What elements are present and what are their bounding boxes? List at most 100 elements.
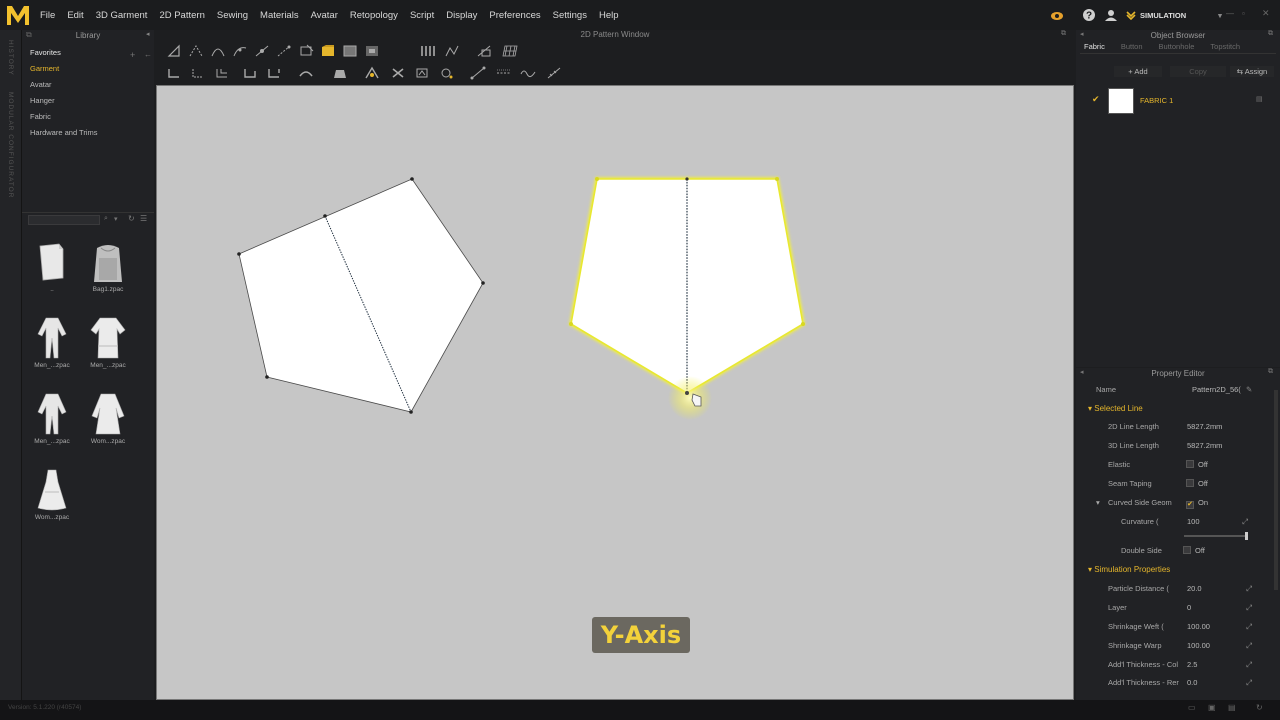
prop-value[interactable]: 2.5 [1187, 656, 1197, 674]
prop-value[interactable]: 20.0 [1187, 580, 1202, 598]
layout-3d-icon[interactable]: ▣ [1208, 703, 1216, 712]
pattern-piece-right-selected[interactable] [568, 177, 806, 420]
prop-value[interactable]: 100 [1187, 513, 1200, 531]
modular-configurator-tab[interactable]: MODULAR CONFIGURATOR [7, 92, 14, 198]
mode-selector[interactable]: SIMULATION ▾ [1126, 0, 1222, 30]
search-icon[interactable]: ⌕ [104, 215, 108, 223]
add-point-icon[interactable] [254, 44, 270, 58]
tab-button[interactable]: Button [1113, 41, 1151, 53]
tab-topstitch[interactable]: Topstitch [1202, 41, 1248, 53]
menu-display[interactable]: Display [440, 10, 483, 21]
pattern-piece-left[interactable] [237, 177, 485, 414]
section-simulation-properties[interactable]: ▾ Simulation Properties [1088, 561, 1170, 579]
curvature-slider[interactable] [1184, 532, 1248, 540]
tree-hardware-trims[interactable]: Hardware and Trims [22, 125, 154, 141]
polygon-icon[interactable] [342, 44, 358, 58]
minimize-icon[interactable]: — [1226, 9, 1234, 18]
check-sewing-icon[interactable] [242, 66, 258, 80]
dart-icon[interactable] [420, 44, 436, 58]
line-tool-icon[interactable] [470, 66, 486, 80]
refresh-icon[interactable]: ↻ [128, 214, 135, 223]
prop-value[interactable]: 5827.2mm [1187, 418, 1222, 436]
tree-favorites[interactable]: Favorites [22, 45, 154, 61]
internal-rectangle-icon[interactable] [364, 44, 380, 58]
rotate-tool-icon[interactable] [438, 66, 454, 80]
tree-hanger[interactable]: Hanger [22, 93, 154, 109]
menu-file[interactable]: File [34, 10, 61, 21]
menu-edit[interactable]: Edit [61, 10, 89, 21]
menu-3d-garment[interactable]: 3D Garment [90, 10, 154, 21]
seam-taping-toggle[interactable]: Off [1186, 475, 1208, 493]
help-icon[interactable]: ? [1082, 8, 1096, 22]
menu-settings[interactable]: Settings [547, 10, 593, 21]
menu-sewing[interactable]: Sewing [211, 10, 254, 21]
library-item-women-2[interactable]: Wom...zpac [30, 468, 74, 521]
library-item-bag[interactable]: Bag1.zpac [86, 240, 130, 293]
menu-help[interactable]: Help [593, 10, 625, 21]
pin-icon[interactable]: ⤢ [1246, 580, 1252, 598]
trace-icon[interactable] [444, 44, 460, 58]
grid-icon[interactable] [502, 44, 518, 58]
pin-icon[interactable]: ⤢ [1246, 674, 1252, 692]
checkbox[interactable] [1183, 546, 1191, 554]
section-selected-line[interactable]: ▾ Selected Line [1088, 400, 1143, 418]
menu-2d-pattern[interactable]: 2D Pattern [153, 10, 210, 21]
prop-value[interactable]: 0 [1187, 599, 1191, 617]
edit-curvature-icon[interactable] [210, 44, 226, 58]
menu-materials[interactable]: Materials [254, 10, 305, 21]
menu-retopology[interactable]: Retopology [344, 10, 404, 21]
undock-icon[interactable]: ⧉ [1268, 368, 1273, 376]
tack-icon[interactable] [298, 66, 314, 80]
fold-arrangement-icon[interactable] [298, 44, 314, 58]
tree-garment[interactable]: Garment [22, 61, 154, 77]
prop-value[interactable]: 0.0 [1187, 674, 1197, 692]
close-icon[interactable]: ✕ [1262, 8, 1270, 19]
sew-free-icon[interactable] [190, 66, 206, 80]
collapse-arrow-icon[interactable]: ◂ [146, 30, 150, 38]
edit-pattern-icon[interactable] [188, 44, 204, 58]
filter-dropdown-icon[interactable]: ▾ [114, 215, 118, 223]
expand-arrow-icon[interactable]: ▾ [1096, 494, 1100, 512]
collapse-arrow-icon[interactable]: ◂ [1080, 30, 1084, 38]
maximize-icon[interactable]: ▫ [1242, 9, 1245, 18]
pattern-canvas[interactable]: Y-Axis [156, 85, 1074, 700]
dashed-line-icon[interactable] [496, 66, 512, 80]
tab-buttonhole[interactable]: Buttonhole [1151, 41, 1203, 53]
scrollbar[interactable] [1274, 390, 1278, 590]
menu-avatar[interactable]: Avatar [305, 10, 344, 21]
layout-2d-icon[interactable]: ▤ [1228, 703, 1236, 712]
tab-fabric[interactable]: Fabric [1076, 41, 1113, 53]
library-item-women-1[interactable]: Wom...zpac [86, 392, 130, 445]
cloud-sync-icon[interactable] [1050, 8, 1064, 22]
history-tab[interactable]: HISTORY [7, 40, 14, 76]
sewing-length-icon[interactable] [266, 66, 282, 80]
assign-fabric-button[interactable]: ⇆ Assign [1230, 66, 1274, 77]
pin-icon[interactable]: ⤢ [1246, 618, 1252, 636]
pin-icon[interactable]: ⤢ [1246, 599, 1252, 617]
fabric-list-item[interactable]: ✔ FABRIC 1 ▤ [1090, 87, 1270, 115]
list-view-icon[interactable]: ☰ [140, 214, 147, 223]
checkbox-checked[interactable]: ✔ [1186, 501, 1194, 509]
pin-icon[interactable]: ⤢ [1242, 513, 1248, 531]
pin-icon[interactable]: ⤢ [1246, 637, 1252, 655]
fabric-options-icon[interactable]: ▤ [1256, 95, 1263, 103]
layout-1-icon[interactable]: ▭ [1188, 703, 1196, 712]
curved-side-toggle[interactable]: ✔ On [1186, 494, 1208, 512]
edit-curve-point-icon[interactable] [232, 44, 248, 58]
library-item-men-2[interactable]: Men_...zpac [86, 316, 130, 369]
fabric-texture-icon[interactable] [364, 66, 380, 80]
sew-segment-icon[interactable] [166, 66, 182, 80]
edit-sewing-icon[interactable] [276, 44, 292, 58]
elastic-toggle[interactable]: Off [1186, 456, 1208, 474]
add-fabric-button[interactable]: + Add [1114, 66, 1162, 77]
undock-icon[interactable]: ⧉ [1061, 30, 1066, 38]
prop-name-value[interactable]: Pattern2D_56( [1192, 381, 1242, 399]
library-search-input[interactable] [28, 215, 100, 225]
library-item-men-3[interactable]: Men_...zpac [30, 392, 74, 445]
measure-icon[interactable] [546, 66, 562, 80]
prop-value[interactable]: 100.00 [1187, 637, 1210, 655]
library-item-folder-up[interactable]: .. [30, 240, 74, 293]
pin-icon[interactable] [332, 66, 348, 80]
menu-script[interactable]: Script [404, 10, 440, 21]
graphic-icon[interactable] [414, 66, 430, 80]
